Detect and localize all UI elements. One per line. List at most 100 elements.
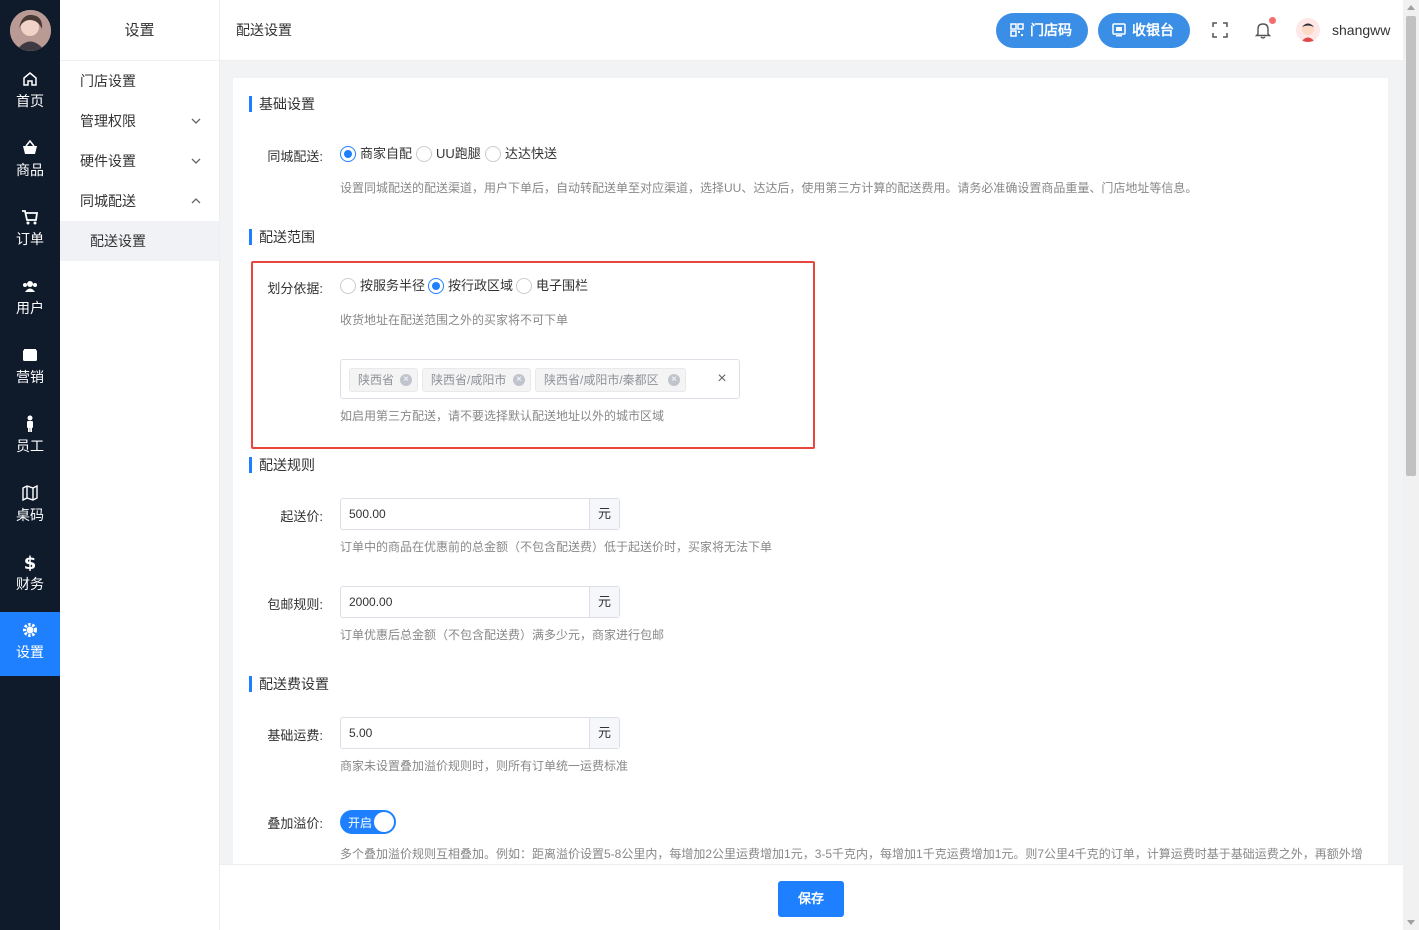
nav-item-goods[interactable]: 商品 [0, 130, 60, 194]
field-label-free-shipping: 包邮规则: [267, 597, 323, 612]
save-button[interactable]: 保存 [778, 881, 844, 917]
sidebar-item-label: 配送设置 [90, 233, 146, 249]
section-title-range: 配送范围 [249, 229, 315, 245]
section-title-rules: 配送规则 [249, 457, 315, 473]
sidebar-item-label: 管理权限 [80, 113, 136, 129]
nav-item-table-code[interactable]: 桌码 [0, 475, 60, 539]
radio-label: UU跑腿 [436, 146, 481, 161]
field-label-min-order: 起送价: [280, 509, 323, 524]
hint-range-2: 如启用第三方配送，请不要选择默认配送地址以外的城市区域 [340, 409, 665, 423]
username[interactable]: shangww [1332, 22, 1390, 38]
radio-merchant-self-delivery[interactable]: 商家自配 [340, 146, 412, 162]
nav-item-home[interactable]: 首页 [0, 61, 60, 125]
hint-min-order: 订单中的商品在优惠前的总金额（不包含配送费）低于起送价时，买家将无法下单 [340, 540, 773, 554]
base-fee-input[interactable]: 5.00 元 [340, 717, 620, 749]
notification-dot [1269, 17, 1276, 24]
clear-icon[interactable]: × [714, 370, 730, 388]
fullscreen-icon[interactable] [1211, 21, 1229, 39]
input-unit: 元 [589, 587, 619, 617]
page-scrollbar[interactable] [1403, 0, 1419, 930]
nav-item-staff[interactable]: 员工 [0, 406, 60, 470]
tag-close-icon[interactable]: × [400, 374, 412, 386]
top-header: 配送设置 门店码 收银台 shangww [220, 0, 1403, 61]
radio-circle [428, 278, 444, 294]
min-order-input[interactable]: 500.00 元 [340, 498, 620, 530]
radio-geofence[interactable]: 电子围栏 [516, 278, 588, 294]
settings-sidebar: 设置 门店设置 管理权限 硬件设置 同城配送 配送设置 [60, 0, 220, 930]
avatar-image [10, 10, 51, 51]
stack-premium-switch[interactable]: 开启 [340, 810, 396, 834]
hint-base-fee: 商家未设置叠加溢价规则时，则所有订单统一运费标准 [340, 759, 629, 773]
nav-label: 财务 [16, 576, 44, 592]
sidebar-item-local-delivery[interactable]: 同城配送 [60, 181, 219, 221]
store-code-button[interactable]: 门店码 [996, 13, 1088, 48]
hint-local-delivery: 设置同城配送的配送渠道，用户下单后，自动转配送单至对应渠道，选择UU、达达后，使… [340, 181, 1198, 195]
cashier-button[interactable]: 收银台 [1098, 13, 1190, 48]
chevron-down-icon [191, 118, 201, 124]
field-label-base-fee: 基础运费: [267, 728, 323, 743]
map-icon [22, 484, 38, 502]
bell-icon[interactable] [1254, 21, 1272, 39]
section-title-basic: 基础设置 [249, 96, 315, 112]
scrollbar-thumb[interactable] [1406, 16, 1416, 476]
nav-item-settings[interactable]: 设置 [0, 612, 60, 676]
sidebar-item-store-settings[interactable]: 门店设置 [60, 61, 219, 101]
switch-text: 开启 [348, 816, 373, 830]
cashier-label: 收银台 [1132, 22, 1174, 38]
nav-label: 用户 [16, 300, 44, 316]
tag-close-icon[interactable]: × [513, 374, 525, 386]
cashier-icon [1112, 23, 1126, 37]
radio-circle [340, 278, 356, 294]
input-unit: 元 [589, 718, 619, 748]
hint-range-1: 收货地址在配送范围之外的买家将不可下单 [340, 313, 569, 327]
person-icon [27, 415, 33, 432]
main-nav: 首页 商品 订单 用户 营销 员工 桌码 $ 财务 设置 [0, 0, 60, 930]
nav-label: 商品 [16, 162, 44, 178]
footer-bar: 保存 [220, 864, 1403, 930]
nav-item-marketing[interactable]: 营销 [0, 337, 60, 401]
region-tag-label: 陕西省/咸阳市/秦都区 [544, 373, 659, 387]
free-shipping-input[interactable]: 2000.00 元 [340, 586, 620, 618]
avatar[interactable] [10, 10, 51, 51]
switch-knob [374, 812, 394, 832]
input-unit: 元 [589, 499, 619, 529]
hint-stack-premium: 多个叠加溢价规则互相叠加。例如：距离溢价设置5-8公里内，每增加2公里运费增加1… [340, 847, 1363, 861]
nav-item-users[interactable]: 用户 [0, 268, 60, 332]
field-label-division-basis: 划分依据: [267, 281, 323, 296]
breadcrumb: 配送设置 [236, 22, 292, 38]
delivery-settings-panel: 基础设置 同城配送: 商家自配 UU跑腿 达达快送 设置同城配送的配送渠道，用户… [233, 78, 1388, 868]
sidebar-item-permissions[interactable]: 管理权限 [60, 101, 219, 141]
radio-circle [485, 146, 501, 162]
radio-dada-express[interactable]: 达达快送 [485, 146, 557, 162]
qrcode-icon [1010, 23, 1024, 37]
nav-label: 首页 [16, 93, 44, 109]
input-value: 2000.00 [349, 595, 393, 609]
nav-label: 桌码 [16, 507, 44, 523]
region-tag-label: 陕西省 [358, 373, 395, 387]
radio-administrative-region[interactable]: 按行政区域 [428, 278, 513, 294]
region-select[interactable]: 陕西省 × 陕西省/咸阳市 × 陕西省/咸阳市/秦都区 × × [340, 359, 740, 399]
nav-item-finance[interactable]: $ 财务 [0, 544, 60, 608]
store-code-label: 门店码 [1030, 22, 1072, 38]
radio-label: 按行政区域 [448, 278, 514, 293]
sidebar-item-label: 硬件设置 [80, 153, 136, 169]
nav-item-orders[interactable]: 订单 [0, 199, 60, 263]
radio-service-radius[interactable]: 按服务半径 [340, 278, 425, 294]
radio-uu-errand[interactable]: UU跑腿 [416, 146, 481, 162]
radio-circle [416, 146, 432, 162]
input-value: 5.00 [349, 726, 373, 740]
region-tag: 陕西省/咸阳市 × [422, 368, 531, 392]
wallet-icon [23, 349, 37, 361]
input-value: 500.00 [349, 507, 386, 521]
section-title-fee: 配送费设置 [249, 676, 329, 692]
users-icon [23, 281, 37, 292]
tag-close-icon[interactable]: × [668, 374, 680, 386]
scroll-up-arrow-icon[interactable] [1407, 5, 1415, 10]
radio-label: 商家自配 [360, 146, 413, 161]
scroll-down-arrow-icon[interactable] [1407, 920, 1415, 925]
radio-label: 按服务半径 [360, 278, 426, 293]
sidebar-item-delivery-settings[interactable]: 配送设置 [60, 221, 219, 261]
sidebar-item-hardware[interactable]: 硬件设置 [60, 141, 219, 181]
chevron-down-icon [191, 158, 201, 164]
user-avatar[interactable] [1296, 18, 1320, 42]
